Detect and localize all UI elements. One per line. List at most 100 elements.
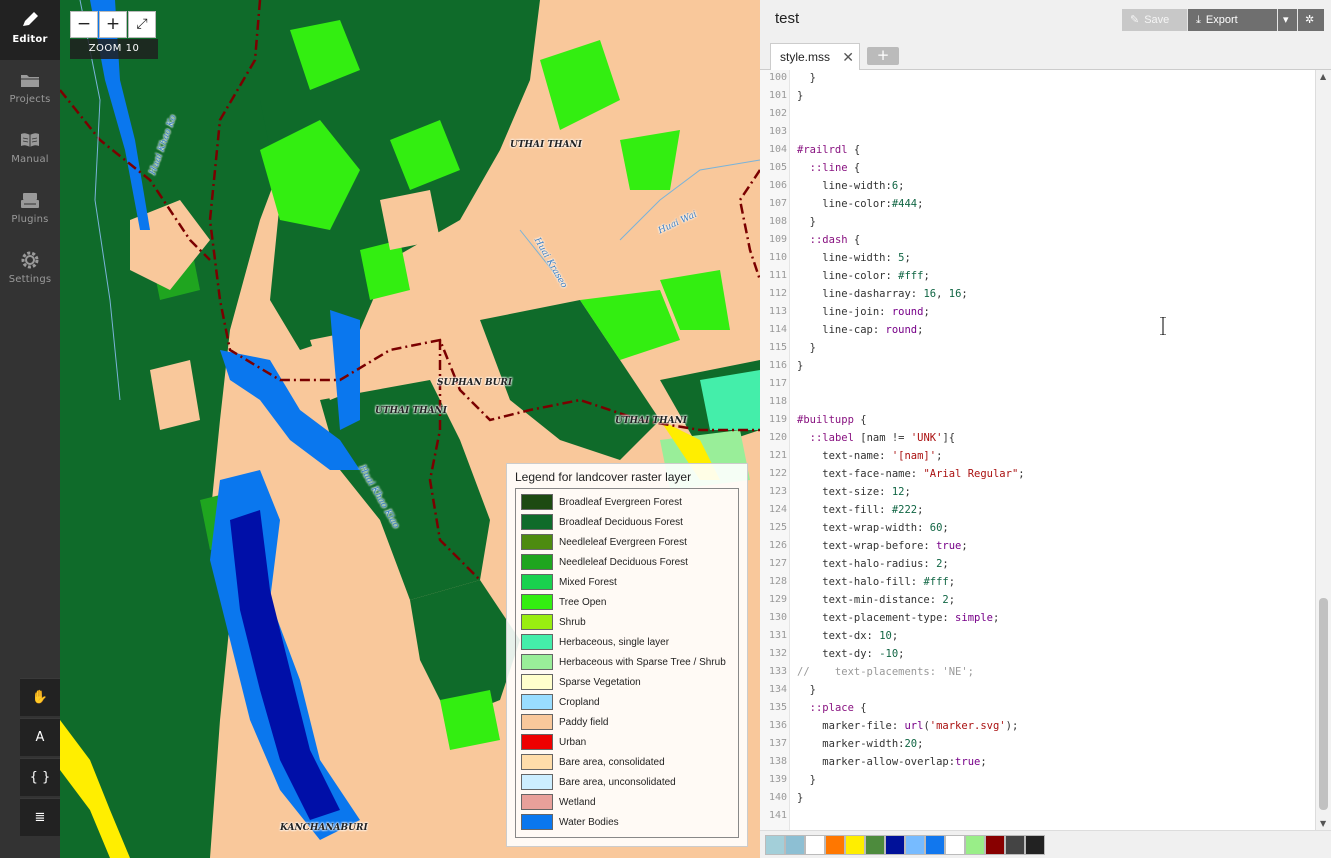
map-place-label: UTHAI THANI — [375, 406, 447, 416]
sidebar-item-editor[interactable]: Editor — [0, 0, 60, 60]
code-line[interactable]: text-min-distance: 2; — [797, 594, 955, 606]
palette-swatch[interactable] — [785, 835, 805, 855]
code-line[interactable]: marker-width:20; — [797, 738, 923, 750]
palette-swatch[interactable] — [885, 835, 905, 855]
font-tool-button[interactable]: A — [20, 718, 60, 756]
code-line[interactable]: } — [797, 216, 816, 228]
legend-label: Broadleaf Deciduous Forest — [559, 516, 683, 528]
line-number: 139 — [768, 774, 787, 785]
scroll-down-arrow-icon[interactable]: ▼ — [1320, 819, 1326, 828]
code-line[interactable]: line-color: #fff; — [797, 270, 930, 282]
code-line[interactable]: text-halo-radius: 2; — [797, 558, 948, 570]
code-line[interactable]: line-dasharray: 16, 16; — [797, 288, 967, 300]
sidebar-item-plugins[interactable]: Plugins — [0, 180, 60, 240]
code-line[interactable]: // text-placements: 'NE'; — [797, 666, 974, 678]
scrollbar-thumb[interactable] — [1319, 598, 1328, 810]
code-line[interactable]: text-wrap-width: 60; — [797, 522, 948, 534]
palette-swatch[interactable] — [825, 835, 845, 855]
layers-tool-button[interactable]: ≣ — [20, 798, 60, 836]
code-editor-panel: test ✎ Save ⤓ Export ▾ ✲ style.mss ✕ + 1… — [760, 0, 1331, 858]
zoom-in-button[interactable]: + — [99, 11, 127, 38]
code-line[interactable]: line-join: round; — [797, 306, 929, 318]
legend-swatch — [521, 714, 553, 730]
code-line[interactable]: } — [797, 72, 816, 84]
code-line[interactable]: ::dash { — [797, 234, 861, 246]
code-line[interactable]: marker-file: url('marker.svg'); — [797, 720, 1018, 732]
tab-style-mss[interactable]: style.mss ✕ — [770, 43, 860, 71]
code-line[interactable]: marker-allow-overlap:true; — [797, 756, 986, 768]
code-line[interactable]: text-dy: -10; — [797, 648, 904, 660]
line-number: 128 — [768, 576, 787, 587]
palette-swatch[interactable] — [905, 835, 925, 855]
code-line[interactable]: line-width: 5; — [797, 252, 911, 264]
palette-swatch[interactable] — [1005, 835, 1025, 855]
legend-item: Herbaceous with Sparse Tree / Shrub — [521, 652, 734, 672]
legend-swatch — [521, 534, 553, 550]
palette-swatch[interactable] — [845, 835, 865, 855]
sidebar-item-manual[interactable]: Manual — [0, 120, 60, 180]
add-tab-button[interactable]: + — [867, 47, 899, 65]
code-line[interactable]: line-width:6; — [797, 180, 904, 192]
palette-swatch[interactable] — [865, 835, 885, 855]
legend-swatch — [521, 754, 553, 770]
code-line[interactable]: text-halo-fill: #fff; — [797, 576, 955, 588]
code-line[interactable]: #builtupp { — [797, 414, 867, 426]
fullscreen-button[interactable]: ⤢ — [128, 11, 156, 38]
palette-swatch[interactable] — [965, 835, 985, 855]
legend-item: Sparse Vegetation — [521, 672, 734, 692]
export-button[interactable]: ⤓ Export — [1188, 9, 1278, 31]
line-number: 110 — [768, 252, 787, 263]
code-line[interactable]: text-name: '[nam]'; — [797, 450, 942, 462]
project-title: test — [775, 10, 800, 27]
close-icon[interactable]: ✕ — [842, 44, 854, 70]
code-line[interactable]: } — [797, 684, 816, 696]
line-number: 127 — [768, 558, 787, 569]
docs-tool-button[interactable]: { } — [20, 758, 60, 796]
palette-swatch[interactable] — [1025, 835, 1045, 855]
map-place-label: UTHAI THANI — [615, 416, 687, 426]
line-number: 118 — [768, 396, 787, 407]
tab-label: style.mss — [780, 50, 831, 64]
code-line[interactable]: ::place { — [797, 702, 867, 714]
legend-swatch — [521, 734, 553, 750]
app-window: Editor Projects Manual Plugins Settings … — [0, 0, 1331, 858]
palette-swatch[interactable] — [765, 835, 785, 855]
code-line[interactable]: ::label [nam != 'UNK']{ — [797, 432, 955, 444]
legend-label: Sparse Vegetation — [559, 676, 641, 688]
code-line[interactable]: #railrdl { — [797, 144, 860, 156]
code-area[interactable]: 100 101 102 103 104 105 106 107 108 109 110 111 112 1… — [760, 70, 1315, 830]
line-number: 104 — [768, 144, 787, 155]
code-line[interactable]: } — [797, 342, 816, 354]
palette-swatch[interactable] — [925, 835, 945, 855]
hand-tool-button[interactable]: ✋ — [20, 678, 60, 716]
palette-swatch[interactable] — [805, 835, 825, 855]
export-dropdown-button[interactable]: ▾ — [1278, 9, 1298, 31]
code-line[interactable]: text-dx: 10; — [797, 630, 898, 642]
code-line[interactable]: line-cap: round; — [797, 324, 923, 336]
line-number: 138 — [768, 756, 787, 767]
map-view[interactable]: UTHAI THANI SUPHAN BURI UTHAI THANI UTHA… — [60, 0, 760, 858]
settings-wrench-button[interactable]: ✲ — [1298, 9, 1324, 31]
zoom-out-button[interactable]: − — [70, 11, 98, 38]
save-button[interactable]: ✎ Save — [1122, 9, 1188, 31]
code-line[interactable]: text-face-name: "Arial Regular"; — [797, 468, 1024, 480]
editor-scrollbar[interactable]: ▲ ▼ — [1315, 70, 1331, 830]
sidebar-item-settings[interactable]: Settings — [0, 240, 60, 300]
code-line[interactable]: text-placement-type: simple; — [797, 612, 999, 624]
code-line[interactable]: } — [797, 792, 803, 804]
scroll-up-arrow-icon[interactable]: ▲ — [1320, 72, 1326, 81]
code-line[interactable]: } — [797, 360, 803, 372]
sidebar-item-label: Editor — [12, 34, 48, 45]
palette-swatch[interactable] — [945, 835, 965, 855]
code-line[interactable]: ::line { — [797, 162, 861, 174]
palette-swatch[interactable] — [985, 835, 1005, 855]
code-line[interactable]: text-wrap-before: true; — [797, 540, 967, 552]
code-line[interactable]: } — [797, 774, 816, 786]
code-line[interactable]: line-color:#444; — [797, 198, 923, 210]
code-line[interactable]: } — [797, 90, 803, 102]
code-line[interactable]: text-fill: #222; — [797, 504, 923, 516]
code-line[interactable]: text-size: 12; — [797, 486, 911, 498]
legend-item: Bare area, unconsolidated — [521, 772, 734, 792]
legend-label: Bare area, consolidated — [559, 756, 665, 768]
sidebar-item-projects[interactable]: Projects — [0, 60, 60, 120]
